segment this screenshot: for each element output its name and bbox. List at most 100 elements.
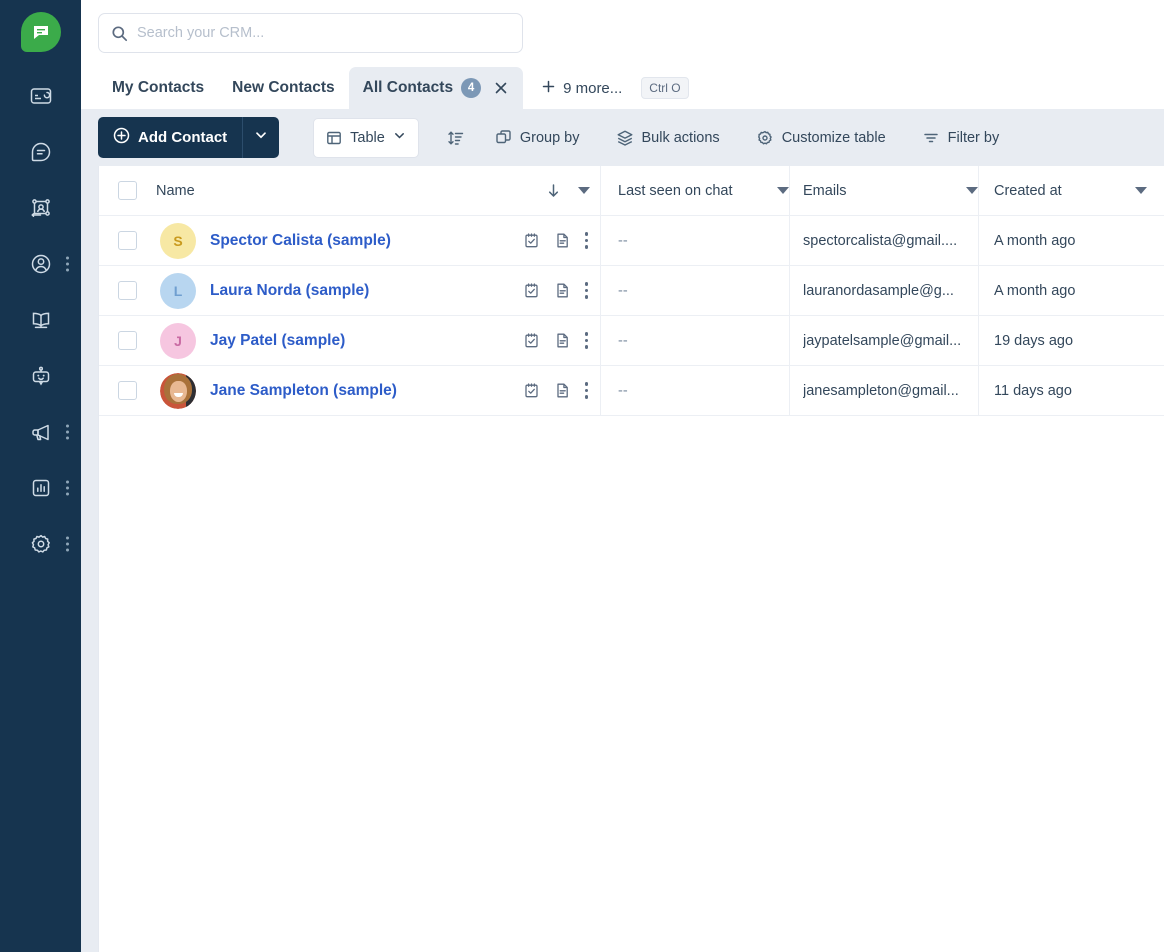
row-select-cell — [99, 331, 156, 350]
bulk-actions-button[interactable]: Bulk actions — [612, 118, 724, 158]
group-by-button[interactable]: Group by — [491, 118, 584, 158]
contact-name-link[interactable]: Spector Calista (sample) — [210, 232, 391, 250]
contact-frame-icon — [13, 195, 69, 221]
contact-name-link[interactable]: Jane Sampleton (sample) — [210, 382, 397, 400]
table-row[interactable]: L Laura Norda (sample) -- lauranordasamp… — [99, 266, 1164, 316]
sidebar-overflow-contacts[interactable] — [66, 256, 69, 272]
sidebar-item-conversations[interactable] — [0, 124, 81, 180]
column-header-created-at[interactable]: Created at — [979, 166, 1164, 215]
sort-descending-icon[interactable] — [545, 182, 562, 199]
copy-icon — [495, 129, 512, 146]
sidebar-item-contacts-view[interactable] — [0, 180, 81, 236]
sidebar-overflow-settings[interactable] — [66, 536, 69, 552]
filter-by-button[interactable]: Filter by — [918, 118, 1004, 158]
column-menu-emails[interactable] — [966, 187, 978, 194]
cell-email: lauranordasample@g... — [790, 266, 979, 315]
view-type-label: Table — [350, 129, 385, 146]
main-area: My Contacts New Contacts All Contacts 4 — [81, 0, 1164, 952]
table-empty-space — [99, 416, 1164, 952]
column-menu-name[interactable] — [578, 187, 590, 194]
more-vertical-icon[interactable] — [584, 232, 588, 249]
sidebar-item-contacts[interactable] — [0, 236, 81, 292]
layers-icon — [616, 129, 634, 147]
search-icon — [111, 25, 128, 42]
row-checkbox[interactable] — [118, 231, 137, 250]
table-row[interactable]: J Jay Patel (sample) -- jaypatelsample@g… — [99, 316, 1164, 366]
contacts-table: Name Last seen on chat Emails Created at… — [98, 166, 1164, 952]
row-checkbox[interactable] — [118, 381, 137, 400]
customize-table-label: Customize table — [781, 129, 886, 146]
sidebar-item-reports[interactable] — [0, 460, 81, 516]
contact-name-link[interactable]: Laura Norda (sample) — [210, 282, 369, 300]
contact-name-link[interactable]: Jay Patel (sample) — [210, 332, 345, 350]
action-toolbar: Add Contact Table Group by Bulk actions … — [81, 109, 1164, 166]
task-check-icon[interactable] — [523, 382, 540, 399]
row-actions — [523, 382, 591, 399]
task-check-icon[interactable] — [523, 332, 540, 349]
more-vertical-icon[interactable] — [584, 382, 588, 399]
add-contact-button[interactable]: Add Contact — [98, 117, 280, 158]
close-icon[interactable] — [493, 80, 509, 96]
more-vertical-icon[interactable] — [584, 332, 588, 349]
avatar-initial: L — [173, 282, 183, 299]
conversation-icon — [13, 139, 69, 165]
more-tabs-button[interactable]: 9 more... Ctrl O — [531, 67, 699, 109]
sidebar-overflow-campaigns[interactable] — [66, 424, 69, 440]
select-all-checkbox[interactable] — [118, 181, 137, 200]
customize-table-button[interactable]: Customize table — [752, 118, 890, 158]
tab-label: My Contacts — [112, 79, 205, 96]
column-header-emails[interactable]: Emails — [790, 166, 979, 215]
created-at-value: 19 days ago — [994, 332, 1074, 349]
sidebar-item-bots[interactable] — [0, 348, 81, 404]
note-icon[interactable] — [554, 332, 571, 349]
avatar: S — [160, 222, 196, 259]
cell-last-seen: -- — [601, 216, 790, 265]
email-value: lauranordasample@g... — [803, 282, 954, 299]
add-contact-label: Add Contact — [138, 129, 228, 146]
email-value: janesampleton@gmail... — [803, 382, 959, 399]
column-menu-last-seen[interactable] — [777, 187, 789, 194]
created-at-value: A month ago — [994, 232, 1076, 249]
sidebar-overflow-reports[interactable] — [66, 480, 69, 496]
task-check-icon[interactable] — [523, 232, 540, 249]
row-actions — [523, 282, 591, 299]
column-label: Last seen on chat — [618, 182, 733, 199]
tab-new-contacts[interactable]: New Contacts — [218, 67, 349, 109]
more-vertical-icon[interactable] — [584, 282, 588, 299]
note-icon[interactable] — [554, 382, 571, 399]
app-logo[interactable] — [20, 12, 61, 52]
book-icon — [13, 307, 69, 333]
top-header: My Contacts New Contacts All Contacts 4 — [81, 0, 1164, 109]
note-icon[interactable] — [554, 282, 571, 299]
column-menu-created-at[interactable] — [1135, 187, 1147, 194]
tab-my-contacts[interactable]: My Contacts — [98, 67, 218, 109]
sort-icon — [447, 129, 465, 147]
bulk-actions-label: Bulk actions — [641, 129, 720, 146]
table-row[interactable]: S Spector Calista (sample) -- spectorcal… — [99, 216, 1164, 266]
table-icon — [326, 130, 342, 146]
cell-name: S Spector Calista (sample) — [156, 216, 601, 265]
task-check-icon[interactable] — [523, 282, 540, 299]
table-row[interactable]: Jane Sampleton (sample) -- janesampleton… — [99, 366, 1164, 416]
sidebar-item-settings[interactable] — [0, 516, 81, 572]
row-select-cell — [99, 381, 156, 400]
search-input[interactable] — [137, 25, 510, 41]
sidebar-item-inbox[interactable] — [0, 68, 81, 124]
view-type-selector[interactable]: Table — [313, 117, 419, 158]
column-header-last-seen[interactable]: Last seen on chat — [601, 166, 790, 215]
cell-created-at: A month ago — [979, 216, 1164, 265]
add-contact-dropdown-toggle[interactable] — [242, 117, 279, 158]
sidebar-item-knowledge[interactable] — [0, 292, 81, 348]
tab-all-contacts[interactable]: All Contacts 4 — [348, 67, 524, 109]
gear-icon — [13, 531, 69, 557]
note-icon[interactable] — [554, 232, 571, 249]
sort-button[interactable] — [443, 118, 469, 158]
row-checkbox[interactable] — [118, 331, 137, 350]
sidebar-item-campaigns[interactable] — [0, 404, 81, 460]
column-header-name[interactable]: Name — [156, 166, 601, 215]
filter-icon — [922, 129, 940, 147]
row-actions — [523, 232, 591, 249]
row-checkbox[interactable] — [118, 281, 137, 300]
gear-icon — [756, 129, 774, 147]
search-input-wrapper[interactable] — [98, 13, 523, 53]
